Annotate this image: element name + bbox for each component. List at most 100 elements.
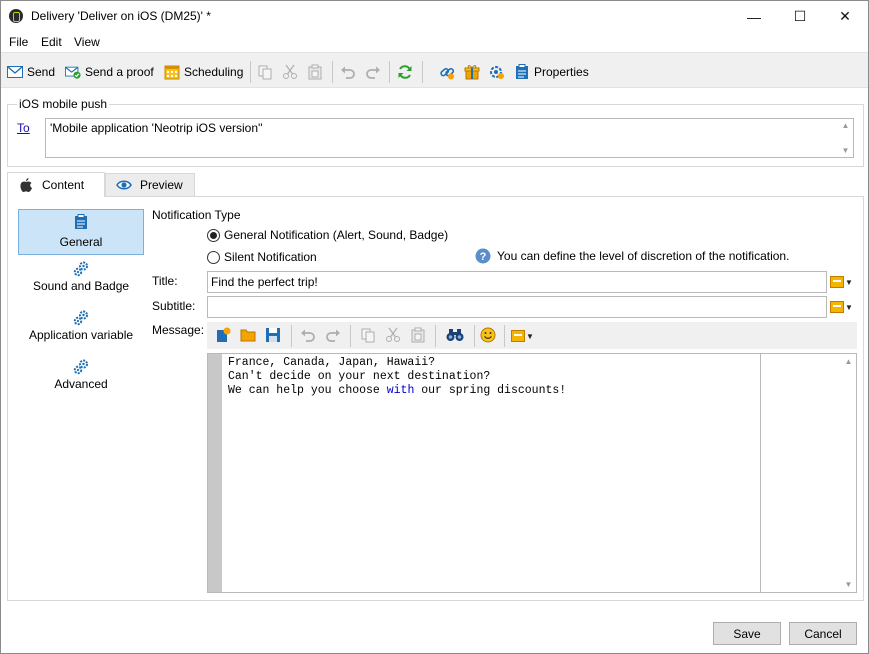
- subtitle-insert-field-button[interactable]: ▼: [830, 296, 858, 318]
- toolbar-separator: [291, 325, 292, 347]
- sidebar-item-label: General: [59, 235, 103, 249]
- subtitle-input[interactable]: [207, 296, 827, 318]
- toolbar-separator: [422, 61, 423, 83]
- editor-scrollbar[interactable]: ▲ ▼: [841, 354, 856, 592]
- new-document-icon: [215, 327, 231, 346]
- help-text: You can define the level of discretion o…: [497, 249, 790, 263]
- tab-content[interactable]: Content: [7, 172, 105, 197]
- sidebar-item-advanced[interactable]: Advanced: [18, 359, 144, 399]
- open-button[interactable]: [238, 326, 258, 346]
- notification-type-label: Notification Type: [152, 208, 241, 222]
- insert-field-icon: [830, 301, 844, 313]
- menu-bar: File Edit View: [1, 32, 868, 52]
- message-editor[interactable]: France, Canada, Japan, Hawaii? Can't dec…: [207, 353, 857, 593]
- minimize-button[interactable]: —: [731, 1, 777, 32]
- editor-undo-button[interactable]: [298, 326, 318, 346]
- general-notification-option[interactable]: General Notification (Alert, Sound, Badg…: [207, 228, 448, 242]
- link-button[interactable]: [439, 62, 455, 82]
- editor-cut-button[interactable]: [383, 326, 403, 346]
- chevron-down-icon: ▼: [845, 302, 853, 312]
- scroll-down-icon[interactable]: ▼: [842, 146, 850, 155]
- clipboard-paste-icon: [410, 327, 426, 346]
- scroll-down-icon[interactable]: ▼: [845, 580, 853, 589]
- redo-button[interactable]: [365, 62, 381, 82]
- emoji-button[interactable]: [478, 326, 498, 346]
- menu-view[interactable]: View: [74, 35, 100, 49]
- title-label: Title:: [152, 274, 178, 288]
- gears-icon: [73, 310, 89, 326]
- toolbar-separator: [474, 325, 475, 347]
- sidebar-item-label: Advanced: [54, 377, 108, 391]
- save-document-button[interactable]: [263, 326, 283, 346]
- cut-button[interactable]: [282, 62, 298, 82]
- floppy-disk-icon: [265, 327, 281, 346]
- main-toolbar: Send Send a proof Scheduling Properties: [1, 52, 868, 88]
- tab-preview-label: Preview: [140, 178, 183, 192]
- message-keyword: with: [386, 384, 415, 397]
- editor-paste-button[interactable]: [408, 326, 428, 346]
- delivery-window: Delivery 'Deliver on iOS (DM25)' * — ☐ ✕…: [0, 0, 869, 654]
- message-insert-field-button[interactable]: ▼: [511, 325, 539, 347]
- smiley-icon: [480, 327, 496, 346]
- to-field-value: 'Mobile application 'Neotrip iOS version…: [50, 121, 263, 135]
- maximize-button[interactable]: ☐: [777, 1, 823, 32]
- to-link[interactable]: To: [17, 121, 30, 135]
- gift-icon: [464, 64, 480, 80]
- title-input[interactable]: Find the perfect trip!: [207, 271, 827, 293]
- subtitle-label: Subtitle:: [152, 299, 196, 313]
- clipboard-icon: [514, 64, 530, 80]
- gift-button[interactable]: [464, 62, 480, 82]
- target-group-title: iOS mobile push: [17, 97, 110, 111]
- toolbar-separator: [389, 61, 390, 83]
- menu-file[interactable]: File: [9, 35, 28, 49]
- folder-icon: [240, 328, 256, 345]
- personalize-button[interactable]: [489, 62, 505, 82]
- clipboard-paste-icon: [307, 64, 323, 80]
- paste-button[interactable]: [307, 62, 323, 82]
- gears-icon: [73, 359, 89, 375]
- new-document-button[interactable]: [213, 326, 233, 346]
- find-button[interactable]: [445, 326, 465, 346]
- save-button[interactable]: Save: [713, 622, 781, 645]
- silent-notification-option[interactable]: Silent Notification: [207, 250, 317, 264]
- copy-button[interactable]: [257, 62, 273, 82]
- message-line: France, Canada, Japan, Hawaii?: [228, 356, 436, 369]
- clipboard-icon: [73, 214, 89, 230]
- scroll-up-icon[interactable]: ▲: [842, 121, 850, 130]
- title-insert-field-button[interactable]: ▼: [830, 271, 858, 293]
- gears-icon: [73, 261, 89, 277]
- sidebar-item-sound-badge[interactable]: Sound and Badge: [18, 261, 144, 301]
- send-proof-button[interactable]: Send a proof: [65, 62, 154, 82]
- scheduling-button[interactable]: Scheduling: [164, 62, 243, 82]
- send-button[interactable]: Send: [7, 62, 55, 82]
- window-title: Delivery 'Deliver on iOS (DM25)' *: [31, 9, 211, 23]
- calendar-icon: [164, 64, 180, 80]
- send-proof-label: Send a proof: [85, 65, 154, 79]
- silent-notification-label: Silent Notification: [224, 250, 317, 264]
- tab-preview[interactable]: Preview: [105, 173, 195, 196]
- silent-notification-radio[interactable]: [207, 250, 220, 264]
- menu-edit[interactable]: Edit: [41, 35, 62, 49]
- editor-redo-button[interactable]: [323, 326, 343, 346]
- scroll-up-icon[interactable]: ▲: [845, 357, 853, 366]
- general-notification-radio[interactable]: [207, 228, 220, 242]
- sidebar-item-application-variable[interactable]: Application variable: [18, 310, 144, 350]
- undo-button[interactable]: [340, 62, 356, 82]
- insert-field-icon: [511, 330, 525, 342]
- undo-icon: [340, 64, 356, 80]
- chain-link-icon: [439, 64, 455, 80]
- message-text[interactable]: France, Canada, Japan, Hawaii? Can't dec…: [228, 356, 566, 398]
- scissors-icon: [385, 327, 401, 346]
- refresh-button[interactable]: [397, 62, 413, 82]
- editor-copy-button[interactable]: [358, 326, 378, 346]
- close-button[interactable]: ✕: [822, 1, 868, 32]
- copy-icon: [257, 64, 273, 80]
- sidebar-item-general[interactable]: General: [18, 209, 144, 255]
- editor-margin-line: [760, 354, 761, 592]
- to-field[interactable]: 'Mobile application 'Neotrip iOS version…: [45, 118, 854, 158]
- help-question-icon[interactable]: ?: [475, 248, 491, 264]
- to-field-scrollbar[interactable]: ▲ ▼: [838, 119, 853, 157]
- cancel-button[interactable]: Cancel: [789, 622, 857, 645]
- toolbar-separator: [350, 325, 351, 347]
- properties-button[interactable]: Properties: [514, 62, 589, 82]
